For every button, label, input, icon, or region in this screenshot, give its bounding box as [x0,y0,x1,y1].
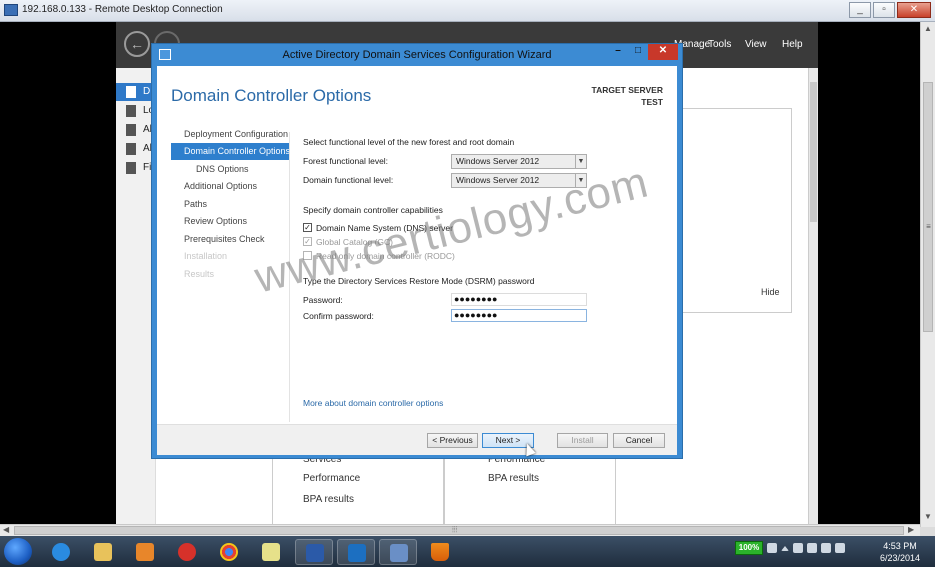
rdp-restore-button[interactable]: ▫ [873,2,895,18]
taskbar-word[interactable] [295,539,333,565]
taskbar-outlook[interactable] [337,539,375,565]
wizard-minimize-button[interactable]: – [608,44,628,60]
confirm-password-field[interactable]: ●●●●●●●● [451,309,587,322]
battery-indicator[interactable]: 100% [735,541,763,555]
step-prerequisites-check[interactable]: Prerequisites Check [171,231,289,248]
rdp-horizontal-scrollbar[interactable]: ◀ ⦙⦙⦙ ▶ [0,524,920,536]
functional-level-heading: Select functional level of the new fores… [303,137,515,147]
word-icon [306,544,324,562]
wizard-footer: < Previous Next > Install Cancel [157,424,677,455]
sticky-notes-icon [262,543,280,561]
remote-desktop-icon [4,4,18,16]
menu-help[interactable]: Help [782,39,803,50]
taskbar-explorer[interactable] [84,539,122,565]
taskbar-vlc[interactable] [421,539,459,565]
grip-icon: ≡ [926,222,931,231]
wizard-maximize-button[interactable]: □ [628,44,648,60]
menu-view[interactable]: View [745,39,767,50]
network-icon[interactable] [807,543,817,553]
start-button[interactable] [4,538,32,565]
scroll-up-arrow-icon[interactable]: ▲ [923,24,933,36]
vlc-icon [431,543,449,561]
outlook-icon [348,544,366,562]
clock-time: 4:53 PM [883,541,917,551]
app-icon [178,543,196,561]
tile-right-bpa[interactable]: BPA results [488,473,539,484]
taskbar-notes[interactable] [252,539,290,565]
rdp-close-button[interactable]: ✕ [897,2,931,18]
sidebar-item-dashboard[interactable]: D [116,83,156,101]
server-icon [126,105,136,117]
horizontal-scroll-thumb[interactable] [14,526,904,535]
dns-server-checkbox[interactable]: ✓ [303,223,312,232]
back-arrow-icon[interactable]: ← [124,31,150,57]
wizard-close-button[interactable]: ✕ [648,44,678,60]
grip-icon: ⦙⦙⦙ [452,525,458,534]
scroll-right-arrow-icon[interactable]: ▶ [908,525,914,534]
step-additional-options[interactable]: Additional Options [171,178,289,195]
wizard-title-bar[interactable]: Active Directory Domain Services Configu… [152,44,682,66]
rdp-minimize-button[interactable]: _ [849,2,871,18]
rdp-vertical-scrollbar[interactable]: ▲ ≡ ▼ [920,22,935,527]
server-manager-scrollbar[interactable] [808,68,818,527]
step-paths[interactable]: Paths [171,196,289,213]
step-domain-controller-options[interactable]: Domain Controller Options [171,143,290,160]
dashboard-icon [126,86,136,98]
display-icon[interactable] [821,543,831,553]
scroll-thumb[interactable] [810,82,817,222]
taskbar-media-player[interactable] [126,539,164,565]
step-dns-options[interactable]: DNS Options [171,161,289,178]
taskbar-ie[interactable] [42,539,80,565]
taskbar-app-red[interactable] [168,539,206,565]
step-review-options[interactable]: Review Options [171,213,289,230]
forest-level-select[interactable]: Windows Server 2012 ▼ [451,154,587,169]
password-field[interactable]: ●●●●●●●● [451,293,587,306]
vertical-scroll-thumb[interactable] [923,82,933,332]
taskbar-remote-desktop[interactable] [379,539,417,565]
folder-icon [94,543,112,561]
directory-icon [126,143,136,155]
show-hidden-icons-icon[interactable] [781,545,789,551]
taskbar-chrome[interactable] [210,539,248,565]
domain-level-label: Domain functional level: [303,175,394,185]
learn-more-panel: Hide [680,108,792,313]
system-tray: 100% [735,541,845,555]
power-plug-icon[interactable] [767,543,777,553]
scroll-left-arrow-icon[interactable]: ◀ [3,525,9,534]
chevron-down-icon: ▼ [575,155,586,168]
hide-link[interactable]: Hide [761,287,780,297]
sidebar-item-file-services[interactable]: Fi [116,159,156,177]
server-manager-sidebar: D Lo Al Al Fi [116,68,156,527]
tile-left-bpa[interactable]: BPA results [303,494,354,505]
rdp-title-bar: 192.168.0.133 - Remote Desktop Connectio… [0,0,935,22]
confirm-password-label: Confirm password: [303,311,374,321]
sidebar-item-local-server[interactable]: Lo [116,102,156,120]
step-deployment-configuration[interactable]: Deployment Configuration [171,126,289,143]
forest-level-label: Forest functional level: [303,156,389,166]
wizard-title: Active Directory Domain Services Configu… [282,49,552,61]
sidebar-item-ad-ds[interactable]: Al [116,140,156,158]
password-label: Password: [303,295,343,305]
previous-button[interactable]: < Previous [427,433,478,448]
taskbar: 100% 4:53 PM 6/23/2014 [0,536,935,567]
action-center-flag-icon[interactable] [793,543,803,553]
scroll-down-arrow-icon[interactable]: ▼ [923,512,933,524]
servers-icon [126,124,136,136]
remote-desktop-icon [390,544,408,562]
internet-explorer-icon [52,543,70,561]
sidebar-item-all-servers[interactable]: Al [116,121,156,139]
tile-left-performance[interactable]: Performance [303,473,360,484]
chrome-icon [220,543,238,561]
menu-tools[interactable]: Tools [708,39,731,50]
install-button: Install [557,433,608,448]
clock-date: 6/23/2014 [879,553,921,563]
file-services-icon [126,162,136,174]
media-player-icon [136,543,154,561]
system-clock[interactable]: 4:53 PM 6/23/2014 [872,540,928,564]
cancel-button[interactable]: Cancel [613,433,665,448]
volume-icon[interactable] [835,543,845,553]
rdp-window-title: 192.168.0.133 - Remote Desktop Connectio… [22,4,223,15]
more-about-options-link[interactable]: More about domain controller options [303,398,443,408]
